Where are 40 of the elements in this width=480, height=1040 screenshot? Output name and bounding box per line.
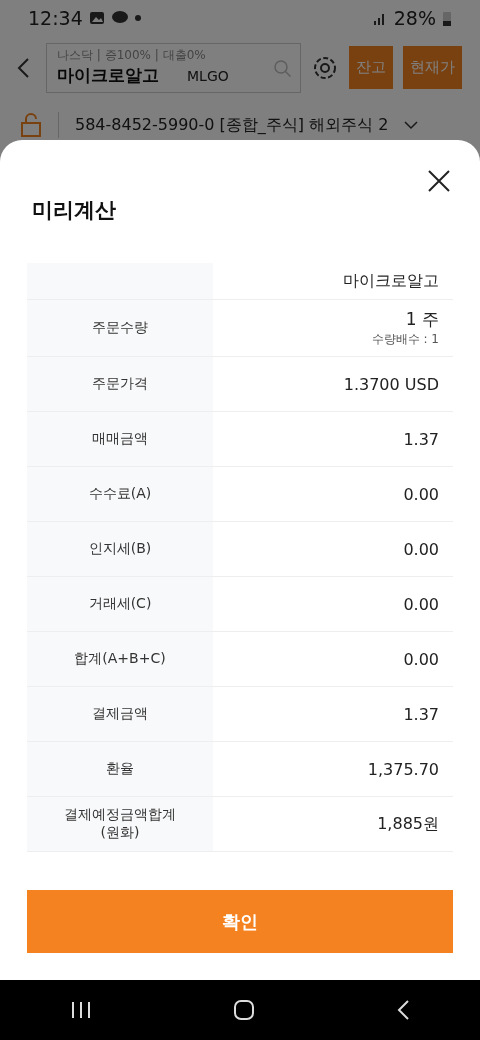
stock-name: 마이크로알고	[57, 63, 159, 87]
row-value: 1,375.70	[367, 759, 439, 779]
sheet-title: 미리계산	[31, 197, 117, 224]
row-label: 거래세(C)	[27, 577, 213, 631]
header-button[interactable]: 현재가	[403, 46, 462, 89]
row-label: 결제예정금액합계 (원화)	[27, 797, 213, 851]
row-value: 1.37	[403, 429, 439, 449]
battery-icon	[442, 9, 452, 26]
chevron-down-icon[interactable]	[404, 120, 419, 130]
back-nav-icon[interactable]	[395, 999, 410, 1021]
header-button[interactable]: 잔고	[349, 46, 393, 89]
status-time: 12:34	[28, 6, 83, 29]
account-number[interactable]: 584-8452-5990-0 [종합_주식] 해외주식 2	[75, 114, 389, 136]
confirm-button[interactable]: 확인	[27, 890, 453, 953]
row-label: 환율	[27, 742, 213, 796]
dot-icon	[134, 14, 141, 21]
row-label: 결제금액	[27, 687, 213, 741]
row-value: 마이크로알고	[343, 270, 439, 292]
home-icon[interactable]	[233, 999, 255, 1021]
ticker: MLGO	[187, 67, 229, 84]
row-value: 0.00	[403, 484, 439, 504]
row-value: 1.3700 USD	[343, 374, 439, 394]
row-value: 1.37	[403, 704, 439, 724]
chat-icon	[110, 10, 129, 25]
row-value: 0.00	[403, 594, 439, 614]
row-label: 매매금액	[27, 412, 213, 466]
gallery-icon	[88, 10, 105, 25]
row-label: 수수료(A)	[27, 467, 213, 521]
row-label: 합계(A+B+C)	[27, 632, 213, 686]
row-label: 주문가격	[27, 357, 213, 411]
row-subtext: 수량배수 : 1	[371, 331, 439, 348]
row-label: 주문수량	[27, 300, 213, 356]
row-value: 1,885원	[377, 813, 439, 835]
recent-apps-icon[interactable]	[70, 1000, 93, 1020]
row-value: 0.00	[403, 649, 439, 669]
row-label: 인지세(B)	[27, 522, 213, 576]
close-icon[interactable]	[428, 170, 450, 192]
row-value: 1 주	[405, 308, 439, 331]
row-value: 0.00	[403, 539, 439, 559]
battery-percent: 28%	[393, 6, 436, 29]
